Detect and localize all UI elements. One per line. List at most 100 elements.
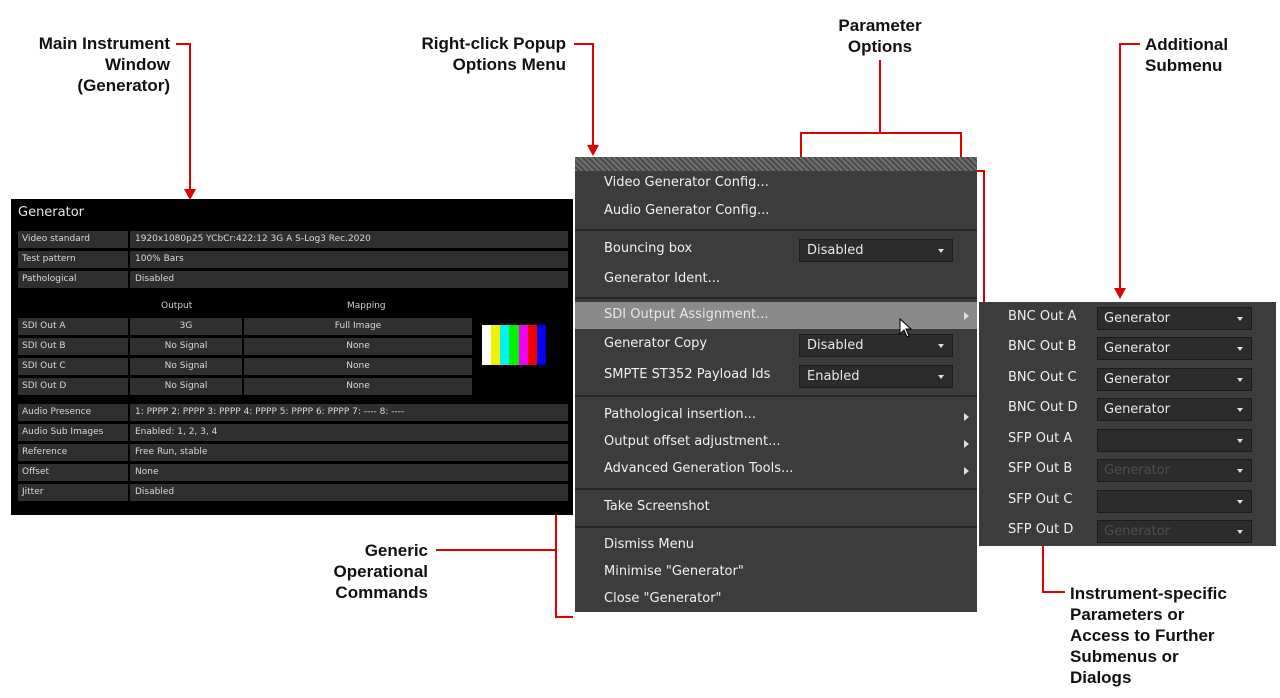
- sdi-output-assignment-submenu[interactable]: BNC Out A Generator BNC Out B Generator …: [979, 302, 1276, 546]
- menu-item-audio-generator-config[interactable]: Audio Generator Config...: [604, 203, 769, 218]
- annotation-line: Window: [105, 55, 170, 74]
- dropdown-value: Generator: [1104, 524, 1171, 539]
- menu-separator: [575, 395, 977, 397]
- info-row: Audio Sub Images Enabled: 1, 2, 3, 4: [18, 424, 568, 441]
- annotation-line: Generic: [364, 541, 428, 560]
- info-value: Free Run, stable: [130, 444, 568, 461]
- info-value: 100% Bars: [130, 251, 568, 268]
- submenu-row: SFP Out D Generator: [979, 517, 1276, 547]
- sfp-out-a-dropdown[interactable]: [1097, 429, 1252, 452]
- info-value: Disabled: [130, 271, 568, 288]
- sfp-out-b-dropdown[interactable]: Generator: [1097, 459, 1252, 482]
- menu-item-pathological-insertion[interactable]: Pathological insertion...: [604, 407, 756, 422]
- chevron-down-icon: [1237, 408, 1243, 412]
- chevron-down-icon: [1237, 500, 1243, 504]
- menu-item-minimise[interactable]: Minimise "Generator": [604, 564, 744, 579]
- annotation-line: Access to Further: [1070, 626, 1215, 645]
- mouse-cursor-icon: [899, 318, 913, 338]
- annotation-line: Dialogs: [1070, 668, 1132, 687]
- menu-item-sdi-output-assignment[interactable]: SDI Output Assignment...: [604, 307, 768, 322]
- bnc-out-a-dropdown[interactable]: Generator: [1097, 307, 1252, 330]
- arrow-icon: [587, 145, 599, 156]
- leader-line: [800, 132, 802, 160]
- annotation-line: Right-click Popup: [421, 34, 567, 53]
- chevron-down-icon: [1237, 347, 1243, 351]
- chevron-down-icon: [1237, 378, 1243, 382]
- info-value: None: [130, 464, 568, 481]
- menu-item-bouncing-box: Bouncing box: [604, 241, 693, 256]
- bouncing-box-dropdown[interactable]: Disabled: [799, 239, 953, 262]
- bnc-out-b-dropdown[interactable]: Generator: [1097, 337, 1252, 360]
- color-bar: [509, 325, 519, 365]
- smpte-st352-dropdown[interactable]: Enabled: [799, 365, 953, 388]
- menu-drag-handle[interactable]: [575, 157, 977, 171]
- leader-line: [1119, 43, 1121, 289]
- info-row: Pathological Disabled: [18, 271, 568, 288]
- chevron-down-icon: [938, 375, 944, 379]
- arrow-icon: [1114, 288, 1126, 299]
- leader-line: [574, 43, 594, 45]
- sdi-label: SDI Out C: [18, 358, 128, 375]
- menu-separator: [575, 229, 977, 231]
- sdi-row: SDI Out B No Signal None: [18, 338, 478, 355]
- info-row: Jitter Disabled: [18, 484, 568, 501]
- annotation-line: Parameters or: [1070, 605, 1185, 624]
- sfp-out-d-dropdown[interactable]: Generator: [1097, 520, 1252, 543]
- dropdown-value: Generator: [1104, 463, 1171, 478]
- menu-item-advanced-generation-tools[interactable]: Advanced Generation Tools...: [604, 461, 793, 476]
- submenu-arrow-icon: [964, 413, 969, 421]
- generator-copy-dropdown[interactable]: Disabled: [799, 334, 953, 357]
- generator-window[interactable]: Generator Video standard 1920x1080p25 YC…: [11, 199, 573, 515]
- chevron-down-icon: [1237, 317, 1243, 321]
- annotation-line: Parameter: [838, 16, 922, 35]
- info-label: Audio Presence: [18, 404, 128, 421]
- leader-line: [879, 60, 881, 134]
- submenu-label: BNC Out C: [1008, 370, 1077, 385]
- info-label: Offset: [18, 464, 128, 481]
- annotation-generic: Generic Operational Commands: [290, 540, 428, 603]
- submenu-row: SFP Out B Generator: [979, 456, 1276, 486]
- chevron-down-icon: [938, 344, 944, 348]
- leader-line: [555, 616, 573, 618]
- annotation-instrument-specific: Instrument-specific Parameters or Access…: [1070, 583, 1275, 688]
- bnc-out-d-dropdown[interactable]: Generator: [1097, 398, 1252, 421]
- info-row: Offset None: [18, 464, 568, 481]
- sdi-output: No Signal: [130, 338, 242, 355]
- annotation-main-window: Main Instrument Window (Generator): [10, 33, 170, 96]
- sfp-out-c-dropdown[interactable]: [1097, 490, 1252, 513]
- sdi-mapping: None: [244, 358, 472, 375]
- submenu-label: SFP Out A: [1008, 431, 1073, 446]
- dropdown-value: Generator: [1104, 311, 1171, 326]
- menu-item-dismiss-menu[interactable]: Dismiss Menu: [604, 537, 694, 552]
- menu-item-video-generator-config[interactable]: Video Generator Config...: [604, 175, 769, 190]
- menu-item-close[interactable]: Close "Generator": [604, 591, 722, 606]
- info-label: Pathological: [18, 271, 128, 288]
- sdi-label: SDI Out B: [18, 338, 128, 355]
- chevron-down-icon: [1237, 439, 1243, 443]
- annotation-line: Submenus or: [1070, 647, 1179, 666]
- annotation-line: Submenu: [1145, 56, 1223, 75]
- submenu-row: SFP Out C: [979, 487, 1276, 517]
- info-row: Test pattern 100% Bars: [18, 251, 568, 268]
- annotation-line: Additional: [1145, 35, 1229, 54]
- annotation-line: Commands: [335, 583, 428, 602]
- leader-line: [436, 549, 556, 551]
- info-value: 1920x1080p25 YCbCr:422:12 3G A S-Log3 Re…: [130, 231, 568, 248]
- info-label: Video standard: [18, 231, 128, 248]
- bnc-out-c-dropdown[interactable]: Generator: [1097, 368, 1252, 391]
- menu-item-generator-ident[interactable]: Generator Ident...: [604, 271, 720, 286]
- submenu-label: SFP Out B: [1008, 461, 1073, 476]
- menu-item-output-offset-adjustment[interactable]: Output offset adjustment...: [604, 434, 781, 449]
- dropdown-value: Generator: [1104, 372, 1171, 387]
- menu-item-take-screenshot[interactable]: Take Screenshot: [604, 499, 710, 514]
- menu-item-generator-copy: Generator Copy: [604, 336, 708, 351]
- info-value: 1: PPPP 2: PPPP 3: PPPP 4: PPPP 5: PPPP …: [130, 404, 568, 421]
- leader-line: [1043, 591, 1065, 593]
- info-row: Reference Free Run, stable: [18, 444, 568, 461]
- menu-item-smpte-st352: SMPTE ST352 Payload Ids: [604, 367, 771, 382]
- popup-options-menu[interactable]: Video Generator Config... Audio Generato…: [575, 157, 977, 612]
- dropdown-value: Disabled: [807, 338, 864, 353]
- chevron-down-icon: [938, 249, 944, 253]
- info-row: Audio Presence 1: PPPP 2: PPPP 3: PPPP 4…: [18, 404, 568, 421]
- sdi-output: No Signal: [130, 358, 242, 375]
